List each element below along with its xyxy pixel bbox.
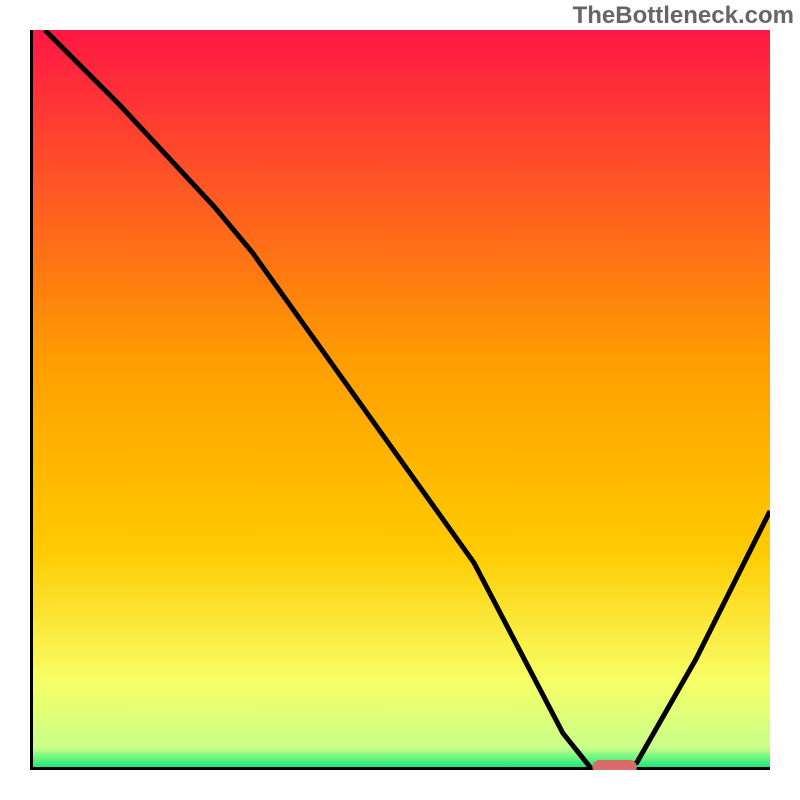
plot-area [30, 30, 770, 770]
optimal-range-marker [592, 760, 636, 770]
gradient-background [30, 30, 770, 770]
plot-svg [30, 30, 770, 770]
watermark-label: TheBottleneck.com [573, 2, 794, 30]
chart-canvas: TheBottleneck.com [0, 0, 800, 800]
